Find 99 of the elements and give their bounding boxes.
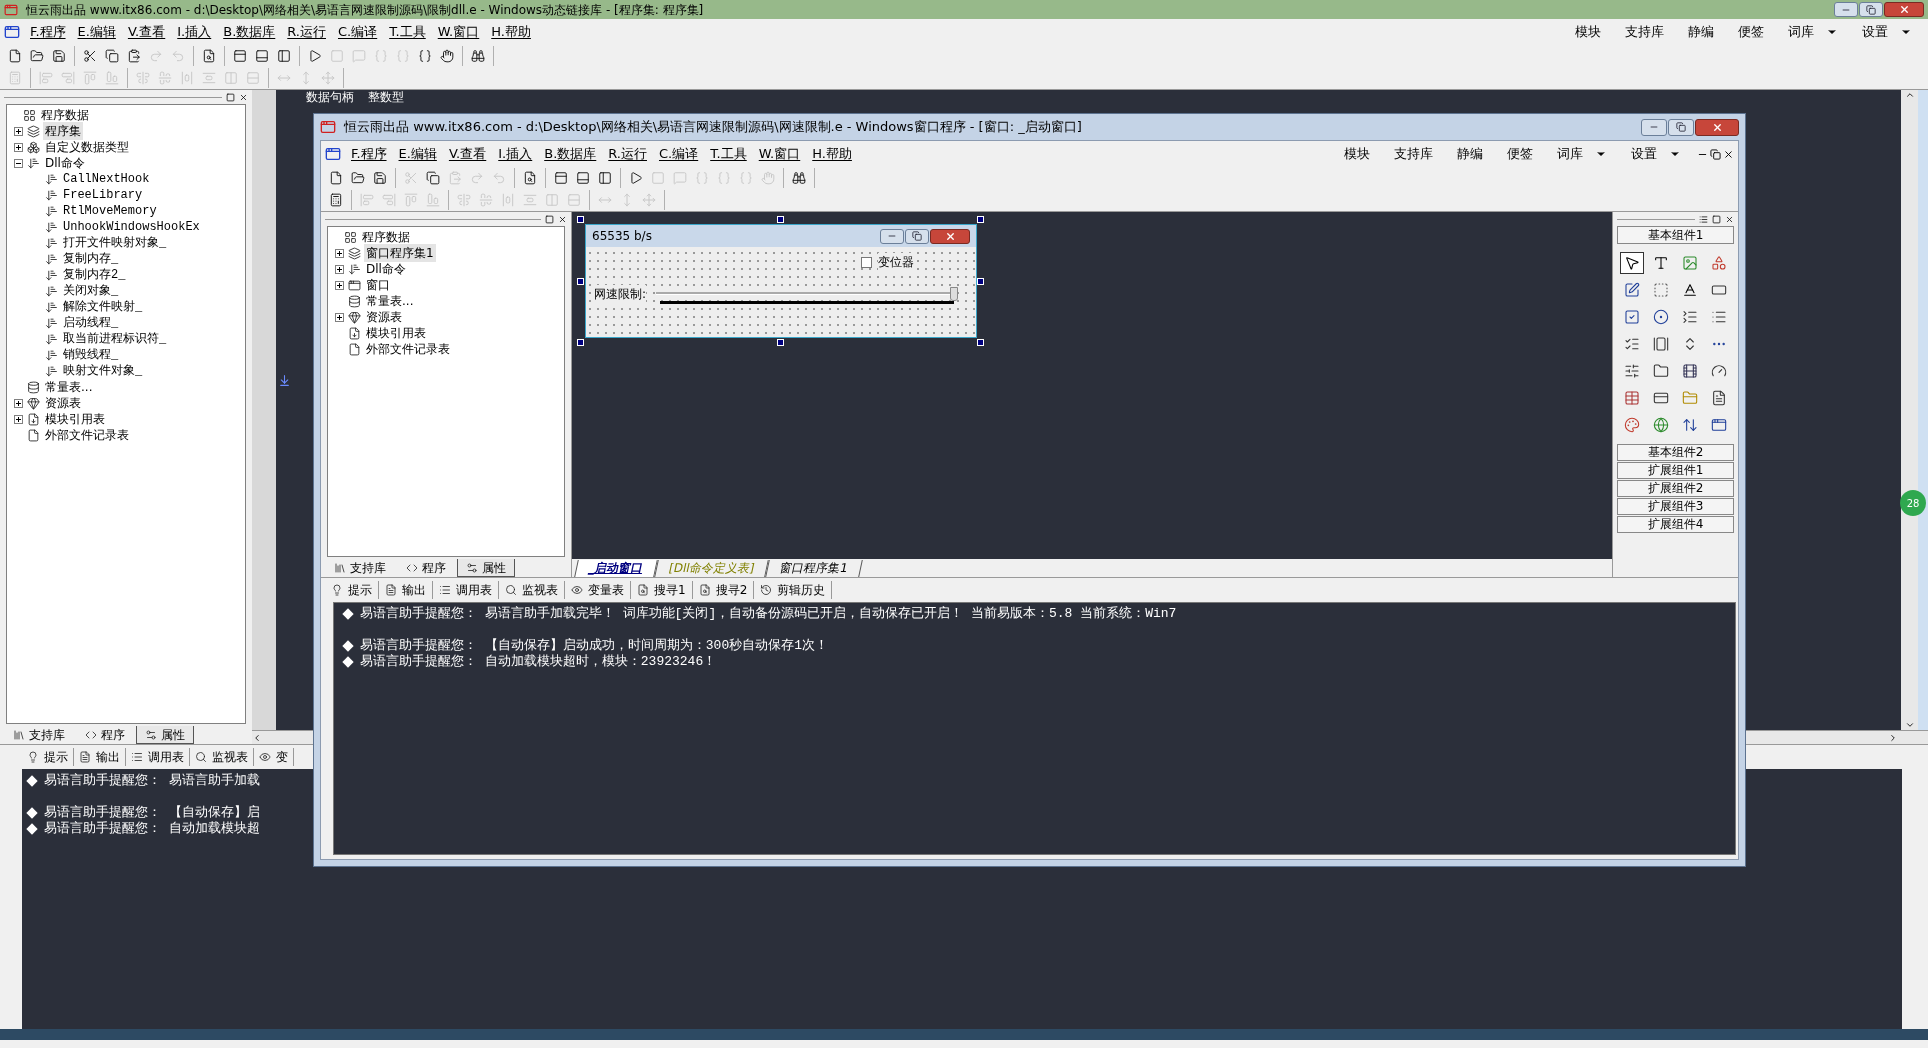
tree-item[interactable]: CallNextHook	[61, 170, 152, 188]
message-text: 易语言助手提醒您： 【自动保存】启	[44, 805, 260, 821]
tree-item[interactable]: 模块引用表	[364, 324, 428, 342]
menu-item[interactable]: C.编译	[332, 22, 384, 42]
menu-item[interactable]: R.运行	[602, 144, 653, 164]
editor-tab[interactable]: _启动窗口	[574, 559, 658, 577]
tree-item[interactable]: RtlMoveMemory	[61, 202, 159, 220]
menu-item[interactable]: B.数据库	[217, 22, 282, 42]
tree-item[interactable]: 程序集	[43, 122, 83, 140]
tree-item[interactable]: 打开文件映射对象_	[61, 234, 169, 252]
menu-item[interactable]: B.数据库	[538, 144, 603, 164]
form-title: 65535 b/s	[592, 228, 653, 245]
output-tab[interactable]: 变	[254, 748, 294, 766]
output-tab[interactable]: 变量表	[565, 581, 631, 599]
output-tab[interactable]: 调用表	[126, 748, 190, 766]
menu-item[interactable]: W.窗口	[431, 22, 486, 42]
menu-item[interactable]: F.程序	[345, 144, 393, 164]
output-tab[interactable]: 提示	[325, 581, 379, 599]
menu-item[interactable]: 便签	[1726, 22, 1776, 42]
tree-item[interactable]: UnhookWindowsHookEx	[61, 218, 202, 236]
window-title: 恒云雨出品 www.itx86.com - d:\Desktop\网络相关\易语言网速限制源码\网速限制.e - Windows窗口程序 - [窗口: _启动窗口]	[344, 118, 1083, 137]
palette-group-button[interactable]: 基本组件1	[1617, 226, 1734, 244]
tree-item[interactable]: 常量表...	[364, 292, 416, 310]
menu-item[interactable]: 支持库	[1613, 22, 1676, 42]
tree-item[interactable]: 窗口	[364, 276, 392, 294]
tree-item[interactable]: 启动线程_	[61, 314, 121, 332]
editor-tab[interactable]: [Dll命令定义表]	[654, 559, 770, 577]
tree-item[interactable]: 窗口程序集1	[364, 244, 436, 262]
menu-item[interactable]: V.查看	[121, 22, 172, 42]
tree-item[interactable]: 程序数据	[360, 228, 412, 246]
palette-group-button[interactable]: 扩展组件2	[1617, 480, 1734, 497]
tree-item[interactable]: 复制内存2_	[61, 266, 128, 284]
output-tab[interactable]: 搜寻1	[631, 581, 693, 599]
palette-group-button[interactable]: 扩展组件1	[1617, 462, 1734, 479]
menu-item[interactable]: H.帮助	[806, 144, 858, 164]
menu-item[interactable]: E.编辑	[392, 144, 443, 164]
menu-item[interactable]: 模块	[1332, 144, 1382, 164]
output-tab[interactable]: 剪辑历史	[754, 581, 833, 599]
form-window[interactable]: 65535 b/s 变位器 网速限制:	[585, 224, 977, 338]
tree-item[interactable]: 自定义数据类型	[43, 138, 131, 156]
menu-item[interactable]: H.帮助	[485, 22, 537, 42]
table-cell: 数据句柄	[306, 90, 354, 105]
message-text: 易语言助手提醒您： 【自动保存】启动成功，时间周期为：300秒自动保存1次！	[360, 638, 828, 654]
tree-item[interactable]: 关闭对象_	[61, 282, 121, 300]
menu-item[interactable]: 词库	[1776, 22, 1850, 42]
menu-item[interactable]: E.编辑	[71, 22, 122, 42]
message-text: 易语言助手提醒您： 易语言助手加载完毕！ 词库功能[关闭]，自动备份源码已开启，自动保存已开启！ 当前易版本：5.8 当前系统：Win7	[360, 606, 1177, 622]
tree-item[interactable]: 映射文件对象_	[61, 362, 145, 380]
tree-item[interactable]: Dll命令	[43, 154, 87, 172]
checkbox-label: 变位器	[878, 253, 914, 271]
menu-item[interactable]: 设置	[1850, 22, 1924, 42]
table-cell: 整数型	[368, 90, 404, 105]
tree-item[interactable]: 解除文件映射_	[61, 298, 145, 316]
menu-item[interactable]: T.工具	[383, 22, 432, 42]
menu-item[interactable]: C.编译	[653, 144, 705, 164]
output-tab[interactable]: 监视表	[499, 581, 565, 599]
menu-item[interactable]: 静编	[1676, 22, 1726, 42]
menu-item[interactable]: 静编	[1445, 144, 1495, 164]
slider-label: 网速限制:	[594, 285, 647, 303]
menu-item[interactable]: 设置	[1619, 144, 1693, 164]
output-tab[interactable]: 搜寻2	[692, 581, 755, 599]
menu-item[interactable]: 便签	[1495, 144, 1545, 164]
tree-item[interactable]: 常量表...	[43, 378, 95, 396]
menu-item[interactable]: 支持库	[1382, 144, 1445, 164]
menu-item[interactable]: F.程序	[24, 22, 72, 42]
menu-item[interactable]: W.窗口	[752, 144, 807, 164]
menu-item[interactable]: 词库	[1545, 144, 1619, 164]
tree-item[interactable]: 外部文件记录表	[364, 340, 452, 358]
message-text: 易语言助手提醒您： 易语言助手加载	[44, 773, 260, 789]
palette-group-button[interactable]: 扩展组件4	[1617, 516, 1734, 533]
tree-item[interactable]: 取当前进程标识符_	[61, 330, 169, 348]
tree-item[interactable]: Dll命令	[364, 260, 408, 278]
output-tab[interactable]: 调用表	[433, 581, 499, 599]
output-tab[interactable]: 提示	[22, 748, 74, 766]
palette-group-button[interactable]: 扩展组件3	[1617, 498, 1734, 515]
tree-item[interactable]: 模块引用表	[43, 410, 107, 428]
editor-tab[interactable]: 窗口程序集1	[765, 559, 863, 577]
message-text: 易语言助手提醒您： 自动加载模块超时，模块：23923246！	[360, 654, 717, 670]
menu-item[interactable]: I.插入	[492, 144, 539, 164]
menu-item[interactable]: T.工具	[704, 144, 753, 164]
tree-item[interactable]: FreeLibrary	[61, 186, 145, 204]
tree-item[interactable]: 销毁线程_	[61, 346, 121, 364]
message-text: 易语言助手提醒您： 自动加载模块超	[44, 821, 260, 837]
output-tab[interactable]: 输出	[74, 748, 126, 766]
menu-item[interactable]: R.运行	[281, 22, 332, 42]
tree-item[interactable]: 外部文件记录表	[43, 426, 131, 444]
output-tab[interactable]: 输出	[379, 581, 433, 599]
menu-item[interactable]: 模块	[1563, 22, 1613, 42]
tree-item[interactable]: 程序数据	[39, 106, 91, 124]
panel-tab[interactable]: 属性	[136, 726, 194, 744]
tree-item[interactable]: 资源表	[43, 394, 83, 412]
menu-item[interactable]: I.插入	[171, 22, 218, 42]
panel-tab[interactable]: 属性	[457, 559, 515, 577]
menu-item[interactable]: V.查看	[442, 144, 493, 164]
window-title: 恒云雨出品 www.itx86.com - d:\Desktop\网络相关\易语言网速限制源码\限制dll.e - Windows动态链接库 - [程序集: 程序集]	[26, 1, 705, 19]
tree-item[interactable]: 复制内存_	[61, 250, 121, 268]
tree-item[interactable]: 资源表	[364, 308, 404, 326]
palette-group-button[interactable]: 基本组件2	[1617, 444, 1734, 461]
output-tab[interactable]: 监视表	[190, 748, 254, 766]
